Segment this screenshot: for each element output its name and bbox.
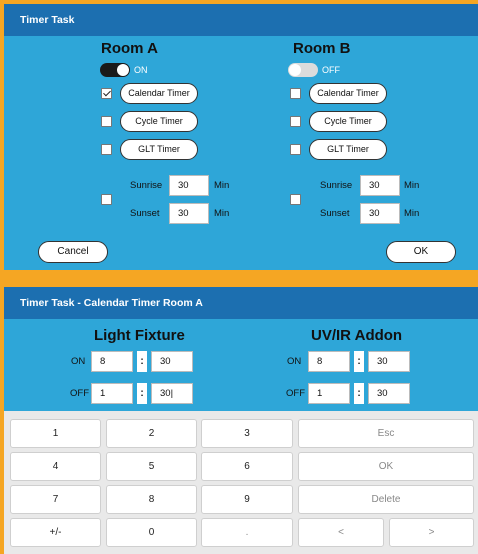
dialog-title: Timer Task - Calendar Timer Room A bbox=[4, 287, 478, 319]
room-b-sunrise-input[interactable]: 30 bbox=[360, 175, 400, 196]
room-a-calendar-timer-button[interactable]: Calendar Timer bbox=[120, 83, 198, 104]
cursor-left-key[interactable]: < bbox=[298, 518, 384, 547]
room-a-toggle[interactable] bbox=[100, 63, 130, 77]
decimal-point-key[interactable]: . bbox=[201, 518, 293, 547]
light-fixture-on-hour-input[interactable]: 8 bbox=[91, 351, 133, 372]
uv-ir-off-hour-input[interactable]: 1 bbox=[308, 383, 350, 404]
dialog-title: Timer Task bbox=[4, 4, 478, 36]
light-fixture-on-minute-input[interactable]: 30 bbox=[151, 351, 193, 372]
toggle-knob bbox=[289, 64, 301, 76]
room-b-title: Room B bbox=[293, 40, 351, 57]
room-a-sunset-unit: Min bbox=[214, 208, 230, 219]
plus-minus-key[interactable]: +/- bbox=[10, 518, 101, 547]
room-a-cycle-timer-button[interactable]: Cycle Timer bbox=[120, 111, 198, 132]
key-5[interactable]: 5 bbox=[106, 452, 197, 481]
room-b-calendar-checkbox[interactable] bbox=[290, 88, 301, 99]
room-a-calendar-checkbox[interactable] bbox=[101, 88, 112, 99]
uv-ir-off-minute-input[interactable]: 30 bbox=[368, 383, 410, 404]
room-a-cycle-checkbox[interactable] bbox=[101, 116, 112, 127]
key-8[interactable]: 8 bbox=[106, 485, 197, 514]
cancel-button[interactable]: Cancel bbox=[38, 241, 108, 263]
time-separator: : bbox=[137, 383, 147, 404]
room-a-title: Room A bbox=[101, 40, 158, 57]
time-separator: : bbox=[354, 351, 364, 372]
room-a-sunset-label: Sunset bbox=[130, 208, 160, 219]
uv-ir-on-hour-input[interactable]: 8 bbox=[308, 351, 350, 372]
toggle-knob bbox=[117, 64, 129, 76]
room-b-calendar-timer-button[interactable]: Calendar Timer bbox=[309, 83, 387, 104]
key-3[interactable]: 3 bbox=[201, 419, 293, 448]
numeric-keypad: 1 2 3 Esc 4 5 6 OK 7 8 9 Delete +/- 0 . … bbox=[4, 411, 478, 554]
room-a-sunset-input[interactable]: 30 bbox=[169, 203, 209, 224]
key-6[interactable]: 6 bbox=[201, 452, 293, 481]
light-fixture-off-label: OFF bbox=[70, 388, 89, 399]
room-b-sun-checkbox[interactable] bbox=[290, 194, 301, 205]
key-2[interactable]: 2 bbox=[106, 419, 197, 448]
calendar-timer-dialog: Timer Task - Calendar Timer Room A Light… bbox=[4, 287, 478, 411]
room-a-toggle-label: ON bbox=[134, 65, 148, 75]
room-a-sun-checkbox[interactable] bbox=[101, 194, 112, 205]
time-separator: : bbox=[354, 383, 364, 404]
room-b-toggle-label: OFF bbox=[322, 65, 340, 75]
room-b-cycle-timer-button[interactable]: Cycle Timer bbox=[309, 111, 387, 132]
light-fixture-on-label: ON bbox=[71, 356, 86, 367]
uv-ir-off-label: OFF bbox=[286, 388, 305, 399]
uv-ir-on-minute-input[interactable]: 30 bbox=[368, 351, 410, 372]
key-1[interactable]: 1 bbox=[10, 419, 101, 448]
cursor-right-key[interactable]: > bbox=[389, 518, 474, 547]
room-b-glt-timer-button[interactable]: GLT Timer bbox=[309, 139, 387, 160]
light-fixture-off-hour-input[interactable]: 1 bbox=[91, 383, 133, 404]
room-b-sunset-label: Sunset bbox=[320, 208, 350, 219]
room-a-sunrise-unit: Min bbox=[214, 180, 230, 191]
key-4[interactable]: 4 bbox=[10, 452, 101, 481]
uv-ir-addon-title: UV/IR Addon bbox=[311, 327, 403, 344]
timer-task-dialog: Timer Task Room A ON Calendar Timer Cycl… bbox=[4, 4, 478, 270]
room-b-sunset-unit: Min bbox=[404, 208, 420, 219]
delete-key[interactable]: Delete bbox=[298, 485, 474, 514]
time-separator: : bbox=[137, 351, 147, 372]
light-fixture-off-minute-input[interactable]: 30| bbox=[151, 383, 193, 404]
room-b-sunset-input[interactable]: 30 bbox=[360, 203, 400, 224]
room-a-sunrise-label: Sunrise bbox=[130, 180, 163, 191]
key-9[interactable]: 9 bbox=[201, 485, 293, 514]
light-fixture-title: Light Fixture bbox=[94, 327, 185, 344]
room-a-glt-checkbox[interactable] bbox=[101, 144, 112, 155]
room-b-sunrise-label: Sunrise bbox=[320, 180, 353, 191]
room-a-glt-timer-button[interactable]: GLT Timer bbox=[120, 139, 198, 160]
ok-button[interactable]: OK bbox=[386, 241, 456, 263]
room-b-toggle[interactable] bbox=[288, 63, 318, 77]
ok-key[interactable]: OK bbox=[298, 452, 474, 481]
room-a-sunrise-input[interactable]: 30 bbox=[169, 175, 209, 196]
room-b-sunrise-unit: Min bbox=[404, 180, 420, 191]
room-b-cycle-checkbox[interactable] bbox=[290, 116, 301, 127]
esc-key[interactable]: Esc bbox=[298, 419, 474, 448]
key-7[interactable]: 7 bbox=[10, 485, 101, 514]
uv-ir-on-label: ON bbox=[287, 356, 302, 367]
room-b-glt-checkbox[interactable] bbox=[290, 144, 301, 155]
key-0[interactable]: 0 bbox=[106, 518, 197, 547]
